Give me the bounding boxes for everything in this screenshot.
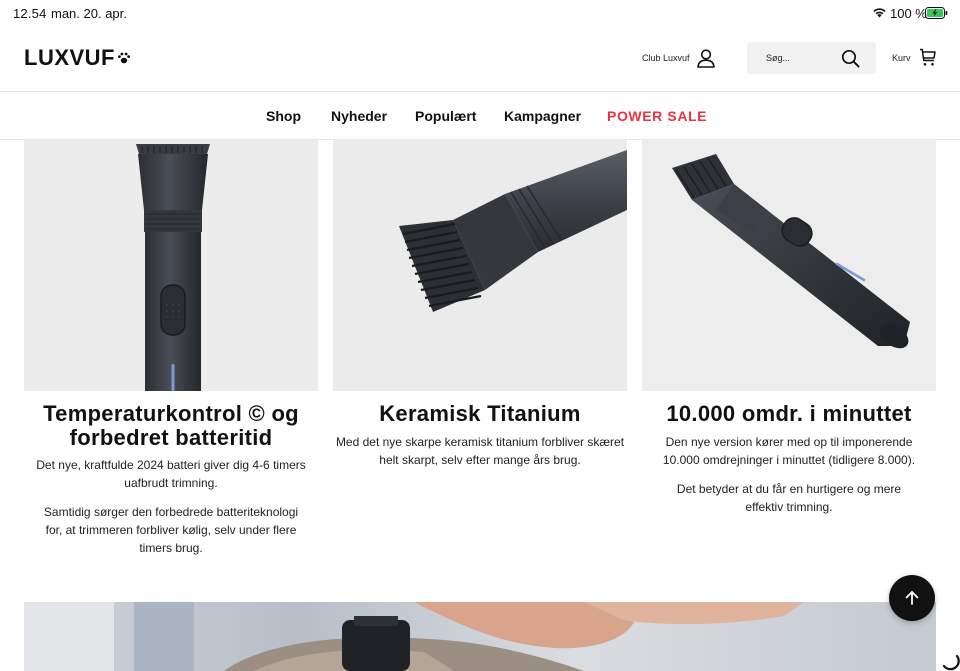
- wifi-icon: [873, 8, 886, 18]
- main-navigation: Shop Nyheder Populært Kampagner POWER SA…: [0, 92, 960, 140]
- nav-item-kampagner[interactable]: Kampagner: [504, 108, 581, 124]
- back-to-top-button[interactable]: [889, 575, 935, 621]
- feature-title-battery: Temperaturkontrol © og forbedret batteri…: [43, 401, 299, 450]
- battery-charging-icon: [925, 7, 948, 19]
- paw-icon: [118, 52, 130, 64]
- feature-image-battery: [24, 140, 318, 391]
- feature-text-battery-1: Det nye, kraftfulde 2024 batteri giver d…: [36, 458, 306, 490]
- search-icon[interactable]: [841, 49, 860, 68]
- cart-link[interactable]: Kurv: [892, 48, 936, 67]
- feature-title-titanium: Keramisk Titanium: [379, 401, 581, 426]
- loading-spinner-icon: [942, 654, 960, 671]
- cart-label: Kurv: [892, 52, 911, 63]
- feature-image-rpm: [642, 140, 936, 391]
- user-icon: [696, 49, 715, 68]
- lifestyle-banner-image: [24, 602, 936, 671]
- battery-percent: 100 %: [890, 6, 927, 21]
- status-date: man. 20. apr.: [51, 6, 127, 21]
- trimmer-closeup-illustration: [333, 140, 627, 391]
- nav-item-shop[interactable]: Shop: [266, 108, 301, 124]
- feature-image-titanium: [333, 140, 627, 391]
- feature-text-battery-2: Samtidig sørger den forbedrede batterite…: [43, 505, 299, 555]
- search-input[interactable]: [747, 42, 847, 74]
- club-label: Club Luxvuf: [642, 53, 690, 63]
- status-bar: 12.54 man. 20. apr. 100 %: [0, 0, 960, 26]
- nav-item-nyheder[interactable]: Nyheder: [331, 108, 387, 124]
- feature-text-rpm-1: Den nye version kører med op til imponer…: [662, 435, 916, 467]
- status-time: 12.54: [13, 6, 47, 21]
- search-box[interactable]: [747, 42, 876, 74]
- shopping-cart-icon: [919, 48, 936, 66]
- logo-text: LUXVUF: [24, 45, 115, 70]
- club-luxvuf-link[interactable]: Club Luxvuf: [642, 48, 716, 68]
- trimmer-angled-illustration: [642, 140, 936, 391]
- feature-text-rpm-2: Det betyder at du får en hurtigere og me…: [676, 482, 902, 514]
- feature-title-rpm: 10.000 omdr. i minuttet: [666, 401, 912, 426]
- arrow-up-icon: [905, 591, 919, 605]
- nav-item-power-sale[interactable]: POWER SALE: [607, 108, 707, 124]
- grooming-photo-illustration: [24, 602, 936, 671]
- nav-item-populaert[interactable]: Populært: [415, 108, 476, 124]
- feature-text-titanium-1: Med det nye skarpe keramisk titanium for…: [335, 435, 625, 467]
- logo[interactable]: LUXVUF: [24, 45, 131, 70]
- trimmer-upright-illustration: [24, 140, 318, 391]
